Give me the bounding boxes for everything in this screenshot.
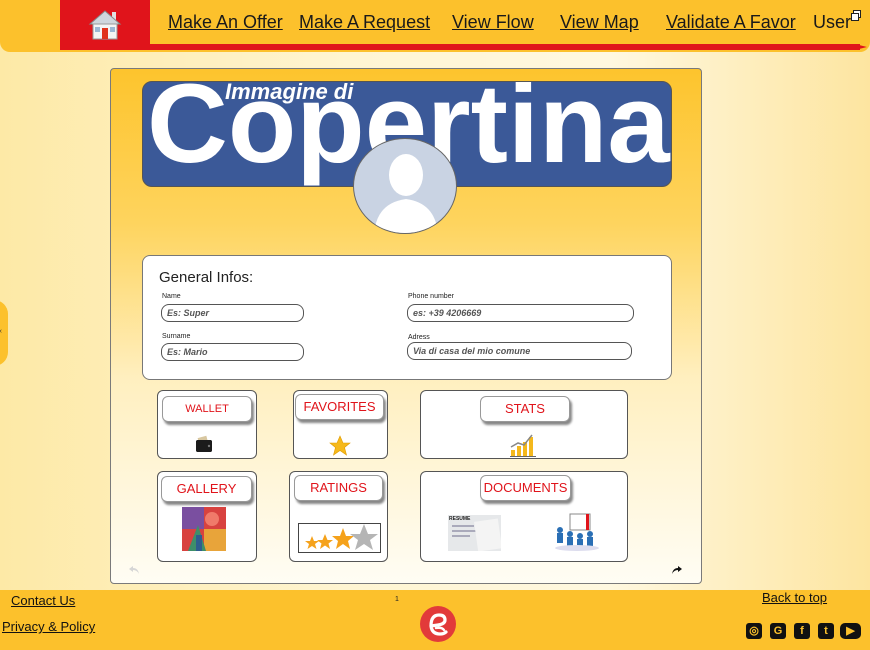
rating-stars-icon bbox=[298, 523, 381, 553]
home-button[interactable] bbox=[60, 0, 150, 50]
undo-arrow-icon[interactable] bbox=[128, 565, 140, 575]
nav-view-map-link[interactable]: View Map bbox=[560, 12, 639, 33]
privacy-policy-link[interactable]: Privacy & Policy bbox=[2, 619, 95, 634]
gallery-button[interactable]: GALLERY bbox=[161, 476, 252, 502]
nav-underline-tip bbox=[855, 44, 867, 50]
window-icon bbox=[851, 10, 861, 21]
surname-label: Surname bbox=[162, 333, 191, 340]
youtube-icon[interactable]: ▶ bbox=[840, 623, 861, 639]
top-navbar: Make An Offer Make A Request View Flow V… bbox=[0, 0, 870, 52]
ratings-tile[interactable]: RATINGS bbox=[289, 471, 388, 562]
profile-avatar[interactable] bbox=[353, 138, 457, 234]
phone-label: Phone number bbox=[408, 293, 454, 300]
surname-input[interactable]: Es: Mario bbox=[161, 343, 304, 361]
google-icon[interactable]: G bbox=[770, 623, 786, 639]
twitter-icon[interactable]: t bbox=[818, 623, 834, 639]
general-info-panel: General Infos: Name Es: Super Surname Es… bbox=[142, 255, 672, 380]
address-input[interactable]: Via di casa del mio comune bbox=[407, 342, 632, 360]
side-drawer-tab[interactable]: « bbox=[0, 300, 8, 366]
stats-tile[interactable]: STATS bbox=[420, 390, 628, 459]
app-logo-icon[interactable] bbox=[418, 604, 458, 644]
phone-input[interactable]: es: +39 4206669 bbox=[407, 304, 634, 322]
general-info-title: General Infos: bbox=[159, 269, 254, 286]
instagram-icon[interactable]: ◎ bbox=[746, 623, 762, 639]
footer: Contact Us Privacy & Policy 1 Back to to… bbox=[0, 590, 870, 650]
side-tab-icon: « bbox=[0, 328, 2, 335]
nav-validate-favor-link[interactable]: Validate A Favor bbox=[666, 12, 796, 33]
documents-button[interactable]: DOCUMENTS bbox=[480, 475, 571, 501]
documents-tile[interactable]: DOCUMENTS RESUME bbox=[420, 471, 628, 562]
resume-lines-icon bbox=[452, 518, 501, 551]
cover-subtitle: Immagine di bbox=[225, 81, 354, 104]
nav-make-offer-link[interactable]: Make An Offer bbox=[168, 12, 283, 33]
gallery-tile[interactable]: GALLERY bbox=[157, 471, 257, 562]
stats-chart-icon bbox=[510, 434, 536, 457]
facebook-icon[interactable]: f bbox=[794, 623, 810, 639]
meeting-people-icon bbox=[555, 513, 599, 551]
nav-underline bbox=[150, 44, 860, 50]
resume-document: RESUME bbox=[448, 515, 501, 551]
address-label: Adress bbox=[408, 334, 430, 341]
user-menu[interactable]: User bbox=[813, 12, 851, 33]
nav-view-flow-link[interactable]: View Flow bbox=[452, 12, 534, 33]
name-label: Name bbox=[162, 293, 181, 300]
nav-make-request-link[interactable]: Make A Request bbox=[299, 12, 430, 33]
favorites-tile[interactable]: FAVORITES bbox=[293, 390, 388, 459]
page-number: 1 bbox=[395, 596, 399, 603]
wallet-button[interactable]: WALLET bbox=[162, 396, 252, 422]
wallet-tile[interactable]: WALLET bbox=[157, 390, 257, 459]
wallet-icon bbox=[196, 435, 212, 452]
back-to-top-link[interactable]: Back to top bbox=[762, 590, 827, 605]
name-input[interactable]: Es: Super bbox=[161, 304, 304, 322]
share-arrow-icon[interactable] bbox=[671, 565, 683, 575]
gallery-painting-icon bbox=[182, 507, 226, 551]
star-icon bbox=[329, 435, 351, 456]
stats-button[interactable]: STATS bbox=[480, 396, 570, 422]
home-icon bbox=[88, 10, 122, 40]
contact-us-link[interactable]: Contact Us bbox=[11, 593, 75, 608]
avatar-silhouette-icon bbox=[374, 154, 438, 233]
ratings-button[interactable]: RATINGS bbox=[294, 475, 383, 501]
favorites-button[interactable]: FAVORITES bbox=[295, 394, 384, 420]
